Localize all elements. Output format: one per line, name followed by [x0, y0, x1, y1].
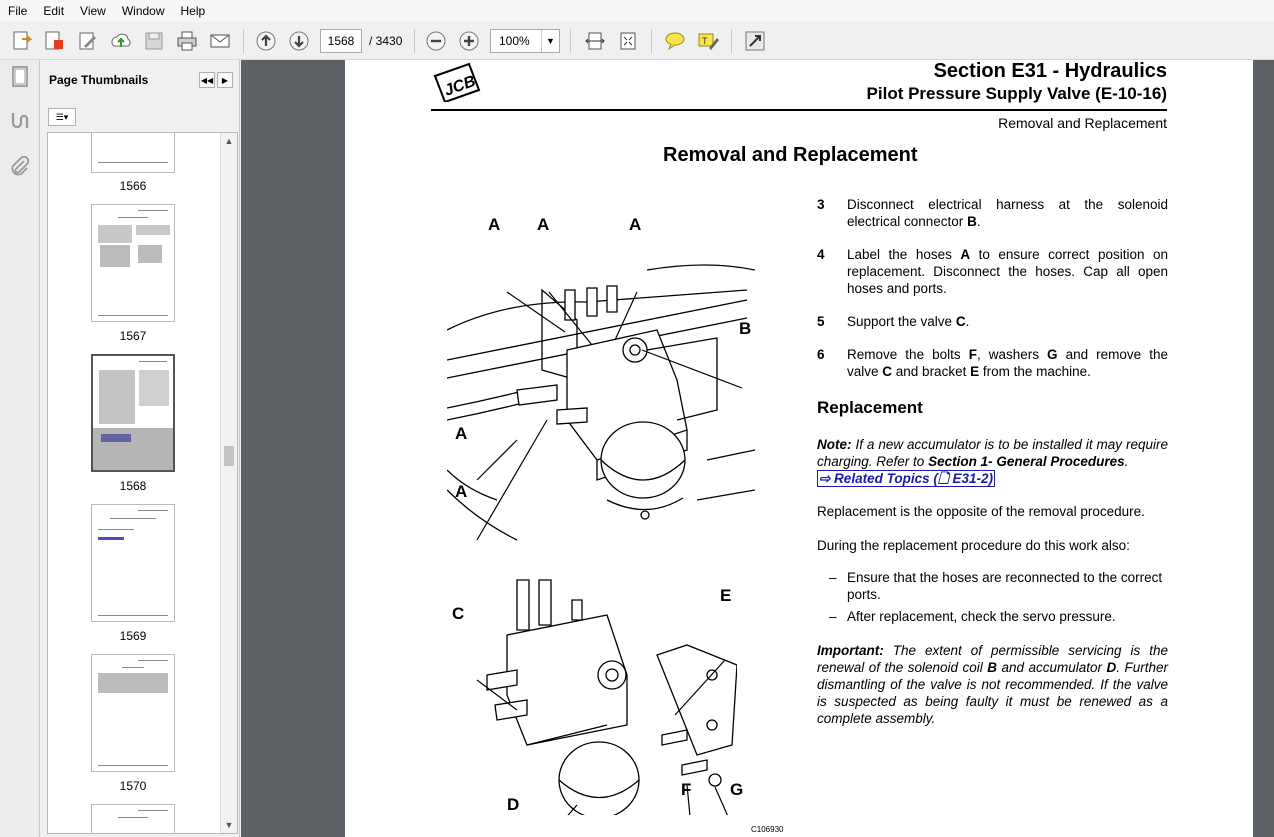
figure-label-a: A — [455, 424, 468, 443]
menu-edit[interactable]: Edit — [35, 0, 72, 22]
menu-help[interactable]: Help — [173, 0, 214, 22]
zoom-in-icon[interactable] — [456, 28, 482, 54]
fit-page-icon[interactable] — [615, 28, 641, 54]
save-icon[interactable] — [141, 28, 167, 54]
page-number-input[interactable] — [320, 29, 362, 53]
edit-icon[interactable] — [75, 28, 101, 54]
menu-window[interactable]: Window — [114, 0, 173, 22]
expand-icon[interactable] — [742, 28, 768, 54]
next-page-icon[interactable] — [286, 28, 312, 54]
toolbar-separator — [651, 29, 652, 53]
menu-file[interactable]: File — [0, 0, 35, 22]
email-icon[interactable] — [207, 28, 233, 54]
step-5: 5 Support the valve C. — [817, 314, 970, 329]
attachments-icon[interactable] — [7, 154, 33, 180]
svg-text:T: T — [702, 36, 708, 46]
page-thumbnails-icon[interactable] — [7, 64, 33, 90]
thumbnails-scrollbar[interactable]: ▲ ▼ — [220, 133, 237, 833]
procedure-bullets: – Ensure that the hoses are reconnected t… — [817, 569, 1168, 630]
create-icon[interactable] — [9, 28, 35, 54]
toolbar-separator — [414, 29, 415, 53]
zoom-out-icon[interactable] — [423, 28, 449, 54]
figure-label-c: C — [452, 604, 465, 623]
figure-code: C106930 — [751, 825, 784, 834]
toolbar-separator — [243, 29, 244, 53]
thumbnails-panel: Page Thumbnails ◀◀ ▶ ☰▾ 1566 1567 1568 1… — [40, 60, 240, 837]
upload-icon[interactable] — [108, 28, 134, 54]
scroll-up-icon[interactable]: ▲ — [221, 133, 237, 149]
toolbar-separator — [731, 29, 732, 53]
figure-label-a: A — [537, 215, 550, 234]
thumbnail-1568[interactable] — [91, 354, 175, 472]
figure-label-g: G — [730, 780, 744, 799]
step-4: 4 Label the hoses A to ensure correct po… — [817, 247, 1168, 296]
figure-label-d: D — [507, 795, 520, 814]
print-icon[interactable] — [174, 28, 200, 54]
procedure-paragraph: During the replacement procedure do this… — [817, 538, 1130, 553]
list-item: – Ensure that the hoses are reconnected t… — [829, 570, 1163, 602]
step-3: 3 Disconnect electrical harness at the s… — [817, 197, 1168, 229]
thumbnail-options-button[interactable]: ☰▾ — [48, 108, 76, 126]
comment-icon[interactable] — [662, 28, 688, 54]
figure-label-e: E — [720, 586, 732, 605]
fit-width-icon[interactable] — [582, 28, 608, 54]
breadcrumb: Removal and Replacement — [998, 115, 1167, 131]
collapse-panel-icon[interactable]: ◀◀ — [199, 72, 215, 88]
figure-label-a: A — [455, 482, 468, 501]
figure-label-a: A — [629, 215, 642, 234]
related-topics-link[interactable]: ⇨ Related Topics (🗋 E31-2) — [817, 470, 995, 487]
thumbnails-list: 1566 1567 1568 1569 1570 ▲ ▼ — [47, 132, 238, 834]
thumbnail-1569[interactable] — [91, 504, 175, 622]
figure-label-b: B — [739, 319, 752, 338]
thumbnail-1570[interactable] — [91, 654, 175, 772]
thumbnail-label: 1570 — [119, 779, 147, 793]
prev-page-icon[interactable] — [253, 28, 279, 54]
header-rule — [431, 109, 1167, 111]
zoom-value: 100% — [499, 34, 530, 48]
replacement-heading: Replacement — [817, 398, 923, 417]
section-subtitle: Pilot Pressure Supply Valve (E-10-16) — [866, 84, 1167, 103]
removal-steps: 3 Disconnect electrical harness at the s… — [817, 196, 1168, 396]
note-paragraph: Note: If a new accumulator is to be inst… — [817, 437, 1168, 487]
figure-label-a: A — [488, 215, 501, 234]
figure-label-f: F — [681, 780, 692, 799]
menu-bar: File Edit View Window Help — [0, 0, 1274, 22]
thumbnail-1566[interactable] — [91, 133, 175, 173]
thumbnail-label: 1567 — [119, 329, 147, 343]
figure-valve-removed — [476, 579, 737, 815]
panel-next-icon[interactable]: ▶ — [217, 72, 233, 88]
toolbar: / 3430 100% ▼ T — [0, 22, 1274, 60]
scroll-down-icon[interactable]: ▼ — [221, 817, 237, 833]
panel-title: Page Thumbnails — [49, 73, 149, 87]
section-title: Section E31 - Hydraulics — [933, 60, 1167, 82]
jcb-logo: JCB — [431, 62, 481, 107]
page-total: / 3430 — [369, 34, 403, 48]
navigation-rail — [0, 60, 40, 837]
list-item: – After replacement, check the servo pres… — [829, 609, 1116, 624]
menu-view[interactable]: View — [72, 0, 114, 22]
step-6: 6 Remove the bolts F, washers G and remo… — [817, 347, 1168, 379]
thumbnail-label: 1568 — [119, 479, 147, 493]
thumbnail-next[interactable] — [91, 804, 175, 833]
bookmarks-icon[interactable] — [7, 108, 33, 134]
thumbnail-1567[interactable] — [91, 204, 175, 322]
thumbnail-label: 1566 — [119, 179, 147, 193]
highlight-icon[interactable]: T — [695, 28, 721, 54]
important-paragraph: Important: The extent of permissible ser… — [817, 643, 1168, 726]
document-viewport[interactable]: JCB Section E31 - Hydraulics Pilot Press… — [241, 60, 1274, 837]
export-icon[interactable] — [41, 28, 67, 54]
document-page: JCB Section E31 - Hydraulics Pilot Press… — [345, 60, 1253, 837]
page-heading: Removal and Replacement — [663, 144, 918, 166]
replacement-paragraph: Replacement is the opposite of the remov… — [817, 504, 1145, 519]
zoom-select[interactable]: 100% ▼ — [490, 29, 560, 53]
toolbar-separator — [570, 29, 571, 53]
figure-valve-installed — [447, 264, 755, 541]
scroll-thumb[interactable] — [224, 446, 234, 466]
chevron-down-icon[interactable]: ▼ — [541, 30, 559, 52]
thumbnail-label: 1569 — [119, 629, 147, 643]
document-link-icon: 🗋 — [937, 471, 949, 486]
